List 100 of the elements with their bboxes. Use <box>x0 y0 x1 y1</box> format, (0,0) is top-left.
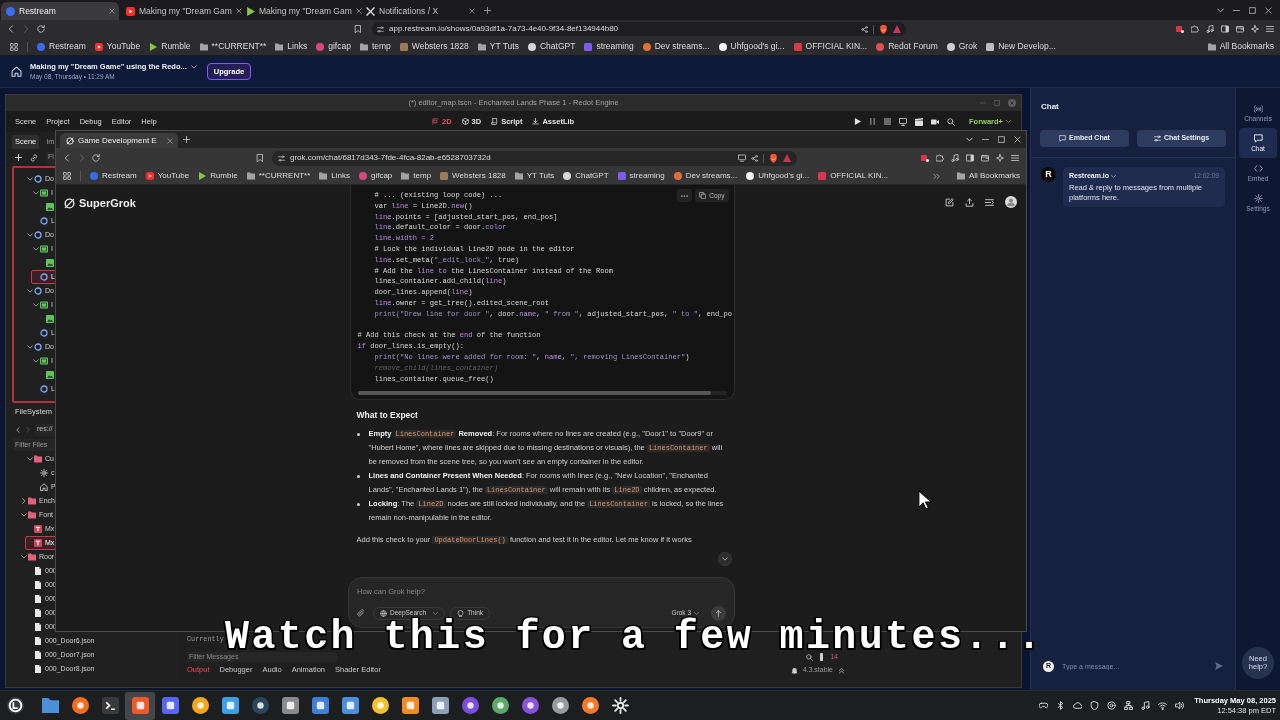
play-icon[interactable] <box>854 118 862 125</box>
bookmark-item[interactable]: Uhfgood's gi... <box>718 40 785 53</box>
bookmark-item[interactable]: streaming <box>584 40 634 53</box>
notification-icon[interactable] <box>1176 25 1184 33</box>
bookmark-item[interactable]: Websters 1828 <box>399 40 469 53</box>
bookmark-item[interactable]: streaming <box>617 170 665 182</box>
caret-down-icon[interactable] <box>33 190 39 196</box>
triangle-icon[interactable] <box>893 25 901 33</box>
edit-icon[interactable] <box>945 197 954 207</box>
browser-tab[interactable]: Restream <box>1 2 119 20</box>
bookmark-item[interactable]: Rumble <box>149 40 191 53</box>
apps-grid-icon[interactable] <box>10 42 18 51</box>
back-icon[interactable] <box>7 25 15 33</box>
network-icon[interactable] <box>1124 701 1134 710</box>
address-bar[interactable]: app.restream.io/shows/0a93df1a-7a73-4e40-9f34-8ef134944b80 <box>372 22 906 36</box>
tune-icon[interactable] <box>377 25 384 33</box>
double-chevron-up-icon[interactable] <box>838 666 845 674</box>
sidebar-icon[interactable] <box>1221 25 1229 33</box>
bell-icon[interactable] <box>790 666 798 674</box>
all-bookmarks-item[interactable]: All Bookmarks <box>956 170 1020 182</box>
toggle-bar-icon[interactable] <box>819 653 825 661</box>
bookmark-item[interactable]: YT Tuts <box>477 40 519 53</box>
bookmark-item[interactable]: Links <box>275 40 308 53</box>
share-icon[interactable] <box>861 25 868 33</box>
bookmark-item[interactable]: **CURRENT** <box>246 170 311 182</box>
caret-icon[interactable] <box>190 63 197 70</box>
browser-tab[interactable]: Game Development E <box>60 133 178 148</box>
bookmark-item[interactable]: Dev streams... <box>642 40 710 53</box>
link-icon[interactable] <box>30 153 38 162</box>
bookmark-item[interactable]: **CURRENT** <box>199 40 267 53</box>
bookmark-item[interactable]: YouTube <box>94 40 141 53</box>
all-bookmarks-item[interactable]: All Bookmarks <box>1207 40 1274 53</box>
home-icon[interactable] <box>11 66 22 77</box>
bookmark-item[interactable]: YT Tuts <box>514 170 555 182</box>
bookmark-item[interactable]: ChatGPT <box>563 170 609 182</box>
list-icon[interactable] <box>985 197 994 207</box>
lion-shield-icon[interactable] <box>879 24 888 34</box>
bookmark-item[interactable]: gifcap <box>358 170 393 182</box>
bookmark-item[interactable]: OFFICIAL KIN... <box>793 40 868 53</box>
apps-grid-icon[interactable] <box>63 172 71 180</box>
bluetooth-icon[interactable] <box>1056 701 1066 710</box>
share-icon[interactable] <box>751 154 758 162</box>
gamepad-icon[interactable] <box>1039 701 1049 710</box>
video-camera-icon[interactable] <box>931 117 940 126</box>
notification-icon[interactable] <box>921 154 929 162</box>
back-icon[interactable] <box>63 154 71 162</box>
caret-icon[interactable] <box>966 136 973 143</box>
close-icon[interactable] <box>235 8 242 14</box>
shield-icon[interactable] <box>1090 701 1100 710</box>
browser-tab[interactable]: Making my "Dream Gam <box>241 2 359 20</box>
monitor-icon[interactable] <box>738 154 746 162</box>
bookmark-item[interactable]: Restream <box>90 170 137 182</box>
bookmark-item[interactable]: OFFICIAL KIN... <box>818 170 889 182</box>
add-node-icon[interactable] <box>15 154 22 161</box>
tune-icon[interactable] <box>278 154 285 162</box>
ring-icon[interactable] <box>1107 701 1117 710</box>
minimize-icon[interactable] <box>982 136 989 143</box>
chevrons-icon[interactable] <box>932 172 940 180</box>
back-icon[interactable] <box>15 426 21 433</box>
caret-icon[interactable] <box>1217 6 1224 14</box>
more-button[interactable] <box>677 189 693 202</box>
menu-icon[interactable] <box>1266 25 1274 33</box>
sparkle-icon[interactable] <box>996 154 1004 162</box>
bookmark-item[interactable]: Grok <box>946 40 978 53</box>
address-bar[interactable]: grok.com/chat/6817d343-7fde-4fca-82ab-e6528703732d <box>272 150 797 166</box>
send-icon[interactable] <box>1215 662 1223 670</box>
new-tab-icon[interactable] <box>484 6 491 14</box>
caret-icon[interactable] <box>1111 173 1117 179</box>
wifi-icon[interactable] <box>1158 701 1168 710</box>
close-icon[interactable] <box>167 137 173 144</box>
paperclip-icon[interactable] <box>357 609 365 617</box>
bookmark-item[interactable]: temp <box>401 170 432 182</box>
speaker-icon[interactable] <box>1175 701 1185 710</box>
bookmark-item[interactable]: gifcap <box>316 40 351 53</box>
caret-right-icon[interactable] <box>21 498 27 504</box>
bookmark-item[interactable]: Rumble <box>198 170 238 182</box>
scroll-down-button[interactable] <box>718 552 732 566</box>
bookmark-item[interactable]: Websters 1828 <box>440 170 506 182</box>
scrollbar-thumb[interactable] <box>357 391 711 396</box>
caret-down-icon[interactable] <box>21 512 27 518</box>
music-note-icon[interactable] <box>1141 701 1151 710</box>
avatar-icon[interactable] <box>1005 196 1017 208</box>
new-tab-icon[interactable] <box>183 136 190 143</box>
clapperboard-icon[interactable] <box>915 117 924 126</box>
sparkle-icon[interactable] <box>1251 25 1259 33</box>
caret-down-icon[interactable] <box>27 288 33 294</box>
puzzle-piece-icon[interactable] <box>936 154 944 162</box>
browser-tab[interactable]: Making my "Dream Gam <box>121 2 239 20</box>
menu-icon[interactable] <box>1011 154 1019 162</box>
pause-icon[interactable] <box>869 118 877 125</box>
browser-tab[interactable]: Notifications / X <box>361 2 479 20</box>
caret-down-icon[interactable] <box>33 302 39 308</box>
bookmark-item[interactable]: temp <box>359 40 391 53</box>
caret-down-icon[interactable] <box>27 176 33 182</box>
caret-down-icon[interactable] <box>27 344 33 350</box>
magnifier-icon[interactable] <box>806 653 814 661</box>
caret-down-icon[interactable] <box>21 554 27 560</box>
bookmark-item[interactable]: Uhfgood's gi... <box>746 170 810 182</box>
magnifier-icon[interactable] <box>947 117 956 126</box>
close-icon[interactable] <box>469 8 475 14</box>
